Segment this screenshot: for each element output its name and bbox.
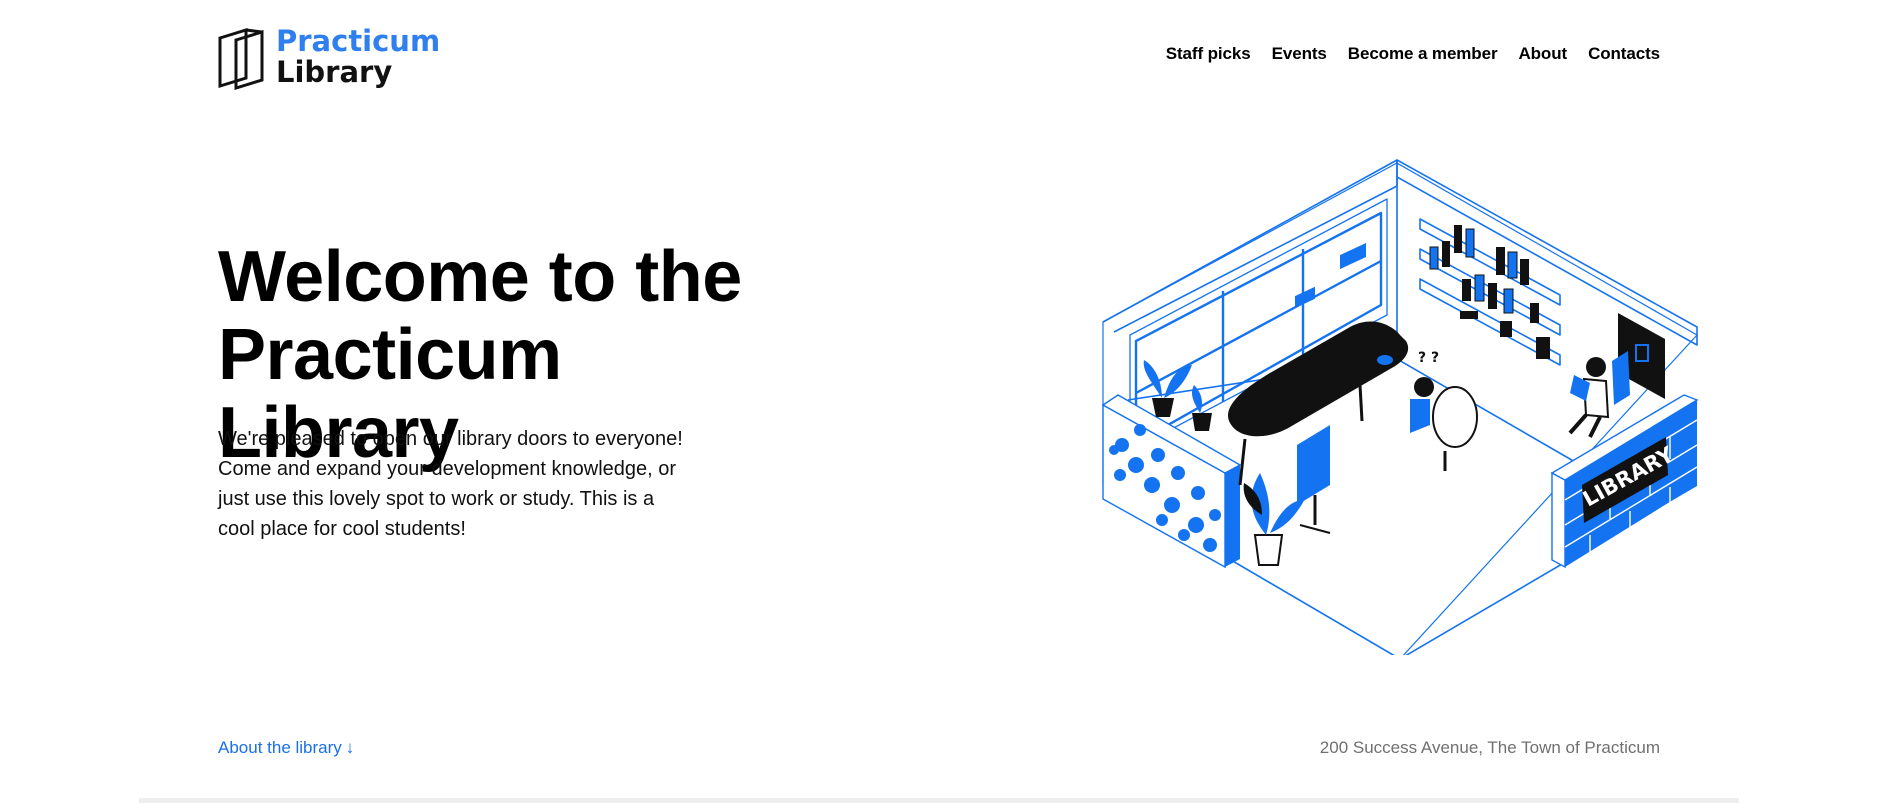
svg-text:? ?: ? ? (1418, 350, 1439, 366)
about-library-link[interactable]: About the library ↓ (218, 738, 354, 758)
hero-description: We're pleased to open our library doors … (218, 428, 683, 540)
hero-title-line1: Welcome to the (218, 237, 742, 317)
logo-icon (218, 28, 264, 90)
logo-wordmark: Practicum Library (276, 26, 440, 88)
library-room-illustration: LIBRARY ? ? (1101, 159, 1699, 655)
logo-link[interactable]: Practicum Library (218, 26, 440, 90)
nav-become-member[interactable]: Become a member (1348, 44, 1498, 64)
logo-line-library: Library (276, 55, 393, 89)
about-library-label: About the library (218, 738, 342, 757)
nav-contacts[interactable]: Contacts (1588, 44, 1660, 64)
nav-about[interactable]: About (1518, 44, 1567, 64)
arrow-down-icon: ↓ (345, 738, 355, 757)
nav-staff-picks[interactable]: Staff picks (1166, 44, 1251, 64)
main-nav: Staff picks Events Become a member About… (1166, 44, 1660, 64)
section-divider (139, 798, 1739, 803)
logo-line-practicum: Practicum (276, 24, 441, 58)
library-address: 200 Success Avenue, The Town of Practicu… (1319, 738, 1660, 757)
nav-events[interactable]: Events (1272, 44, 1327, 64)
